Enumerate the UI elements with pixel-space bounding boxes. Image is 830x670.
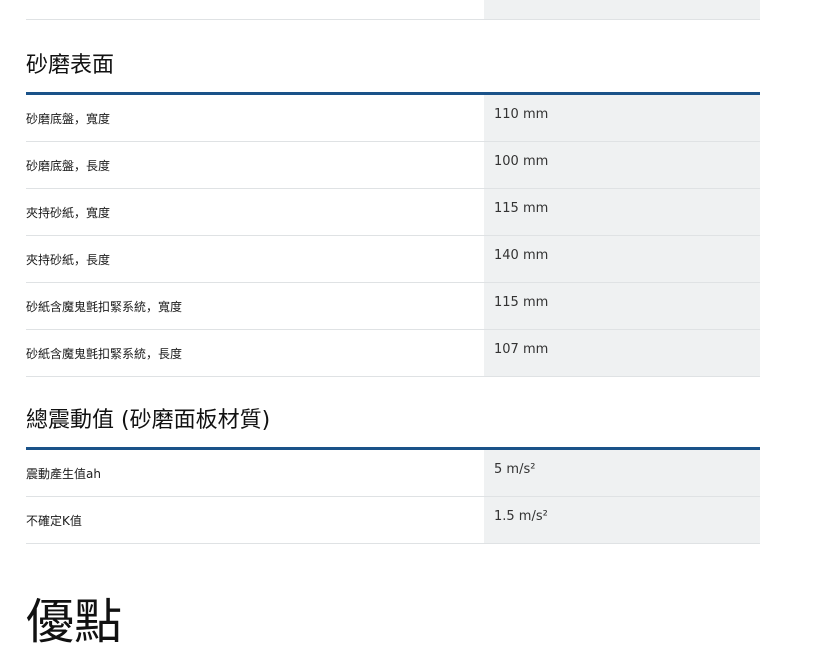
- spec-label: 砂紙含魔鬼氈扣緊系統，寬度: [26, 300, 183, 314]
- section-title-total-vibration: 總震動值 (砂磨面板材質): [26, 408, 271, 433]
- spec-label: 夾持砂紙，長度: [26, 253, 111, 267]
- table-row: 砂紙含魔鬼氈扣緊系統，寬度 115 mm: [26, 283, 760, 330]
- spec-table-total-vibration: 震動產生值ah 5 m/s² 不確定K值 1.5 m/s²: [26, 447, 760, 544]
- table-row: 震動產生值ah 5 m/s²: [26, 450, 760, 497]
- section-title-sanding-surface: 砂磨表面: [26, 53, 115, 78]
- spec-label: 砂磨底盤，寬度: [26, 112, 111, 126]
- spec-value: 5 m/s²: [484, 450, 760, 496]
- table-row: 砂磨底盤，長度 100 mm: [26, 142, 760, 189]
- table-row: 砂磨底盤，寬度 110 mm: [26, 95, 760, 142]
- spec-value: 1.5 m/s²: [484, 497, 760, 543]
- cut-off-row: [26, 0, 760, 20]
- table-row: 砂紙含魔鬼氈扣緊系統，長度 107 mm: [26, 330, 760, 377]
- cut-off-row-value-cell: [484, 0, 760, 19]
- table-row: 夾持砂紙，長度 140 mm: [26, 236, 760, 283]
- spec-value: 115 mm: [484, 189, 760, 235]
- spec-label: 不確定K值: [26, 514, 82, 528]
- spec-value: 107 mm: [484, 330, 760, 376]
- spec-page: 砂磨表面 砂磨底盤，寬度 110 mm 砂磨底盤，長度 100 mm 夾持砂紙，…: [26, 0, 760, 650]
- benefits-heading: 優點: [26, 594, 123, 650]
- spec-value: 140 mm: [484, 236, 760, 282]
- table-row: 不確定K值 1.5 m/s²: [26, 497, 760, 544]
- spec-value: 100 mm: [484, 142, 760, 188]
- table-row: 夾持砂紙，寬度 115 mm: [26, 189, 760, 236]
- spec-table-sanding-surface: 砂磨底盤，寬度 110 mm 砂磨底盤，長度 100 mm 夾持砂紙，寬度 11…: [26, 92, 760, 377]
- spec-label: 震動產生值ah: [26, 467, 101, 481]
- spec-value: 115 mm: [484, 283, 760, 329]
- spec-label: 砂磨底盤，長度: [26, 159, 111, 173]
- spec-value: 110 mm: [484, 95, 760, 141]
- spec-label: 砂紙含魔鬼氈扣緊系統，長度: [26, 347, 183, 361]
- spec-label: 夾持砂紙，寬度: [26, 206, 111, 220]
